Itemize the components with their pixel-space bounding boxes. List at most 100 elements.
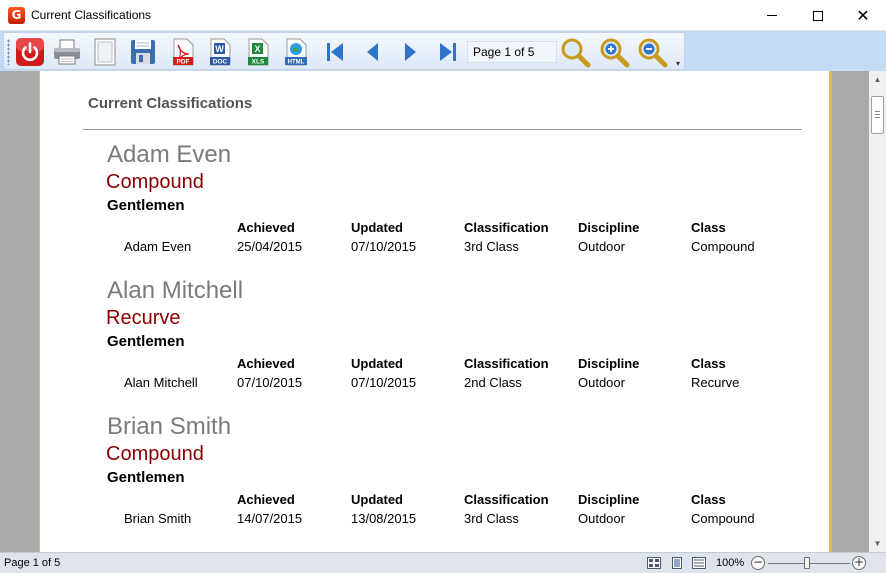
title-bar: G Current Classifications ✕ [0, 0, 886, 31]
toolbar: PDF W DOC X XLS HTML Page 1 of 5 ▾ [3, 32, 685, 70]
zoom-button[interactable] [559, 36, 591, 68]
first-page-button[interactable] [319, 36, 351, 68]
export-doc-button[interactable]: W DOC [204, 36, 236, 68]
zoom-in-button[interactable] [598, 36, 630, 68]
report-title: Current Classifications [88, 95, 253, 112]
xls-icon: X XLS [248, 38, 269, 66]
row-achieved: 07/10/2015 [237, 375, 303, 390]
header-classification: Classification [464, 220, 549, 235]
doc-icon: W DOC [210, 38, 231, 66]
zoom-minus-icon[interactable]: − [751, 556, 765, 570]
first-page-icon [327, 43, 343, 61]
row-class: Compound [691, 239, 755, 254]
close-preview-button[interactable] [14, 36, 46, 68]
zoom-out-button[interactable] [636, 36, 668, 68]
maximize-icon [813, 10, 823, 21]
row-updated: 13/08/2015 [351, 511, 417, 526]
header-updated: Updated [351, 220, 403, 235]
row-name: Adam Even [124, 239, 192, 254]
header-updated: Updated [351, 492, 403, 507]
close-button[interactable]: ✕ [840, 0, 886, 31]
header-discipline: Discipline [578, 220, 640, 235]
bow-type: Compound [106, 443, 204, 465]
header-discipline: Discipline [578, 492, 640, 507]
minimize-button[interactable] [749, 0, 795, 31]
scroll-up-icon[interactable]: ▲ [869, 71, 886, 88]
export-xls-button[interactable]: X XLS [242, 36, 274, 68]
row-discipline: Outdoor [578, 511, 625, 526]
header-achieved: Achieved [237, 220, 295, 235]
single-page-view-icon [672, 557, 682, 569]
scrollbar-thumb[interactable] [871, 96, 884, 134]
report-viewport[interactable]: Current Classifications Adam Even Compou… [0, 71, 869, 552]
bow-type: Compound [106, 171, 204, 193]
zoom-plus-icon[interactable]: + [852, 556, 866, 570]
print-button[interactable] [51, 36, 83, 68]
export-html-button[interactable]: HTML [280, 36, 312, 68]
toolbar-overflow-icon[interactable]: ▾ [676, 59, 680, 68]
header-updated: Updated [351, 356, 403, 371]
page-indicator[interactable]: Page 1 of 5 [467, 41, 557, 63]
header-class: Class [691, 356, 726, 371]
zoom-out-icon [638, 38, 668, 68]
header-classification: Classification [464, 492, 549, 507]
row-name: Brian Smith [124, 511, 192, 526]
zoom-in-icon [600, 38, 630, 68]
save-button[interactable] [127, 36, 159, 68]
person-block: Brian Smith Compound Gentlemen Achieved … [40, 413, 830, 549]
minimize-icon [767, 15, 777, 16]
view-mode-thumbnails-button[interactable] [646, 556, 662, 570]
status-page-text: Page 1 of 5 [4, 557, 61, 569]
view-mode-single-page-button[interactable] [669, 556, 685, 570]
doc-icon-label: DOC [213, 59, 228, 66]
row-updated: 07/10/2015 [351, 239, 417, 254]
header-class: Class [691, 492, 726, 507]
zoom-level: 100% [716, 557, 745, 569]
person-block: Adam Even Compound Gentlemen Achieved Up… [40, 141, 830, 277]
person-name: Brian Smith [107, 413, 232, 440]
power-icon [16, 38, 44, 66]
status-bar: Page 1 of 5 100% − + [0, 552, 886, 573]
html-icon-label: HTML [288, 60, 305, 66]
group-label: Gentlemen [107, 333, 185, 350]
html-icon: HTML [285, 38, 307, 66]
maximize-button[interactable] [795, 0, 841, 31]
next-page-button[interactable] [394, 36, 426, 68]
row-achieved: 25/04/2015 [237, 239, 303, 254]
person-name: Alan Mitchell [107, 277, 244, 304]
pdf-icon-label: PDF [177, 59, 190, 66]
print-icon [54, 39, 80, 65]
app-logo-icon[interactable]: G [8, 7, 25, 24]
bow-type: Recurve [106, 307, 181, 329]
previous-page-button[interactable] [357, 36, 389, 68]
last-page-icon [440, 43, 456, 61]
thumbnails-view-icon [647, 557, 661, 569]
row-class: Compound [691, 511, 755, 526]
page-setup-icon [94, 38, 116, 66]
row-updated: 07/10/2015 [351, 375, 417, 390]
close-icon: ✕ [856, 5, 870, 25]
header-class: Class [691, 220, 726, 235]
view-mode-continuous-button[interactable] [691, 556, 707, 570]
save-icon [131, 40, 155, 64]
page-setup-button[interactable] [89, 36, 121, 68]
report-divider [83, 129, 802, 130]
zoom-icon [561, 38, 591, 68]
row-classification: 3rd Class [464, 511, 519, 526]
header-discipline: Discipline [578, 356, 640, 371]
zoom-slider-thumb[interactable] [804, 557, 810, 569]
last-page-button[interactable] [432, 36, 464, 68]
person-name: Adam Even [107, 141, 232, 168]
row-name: Alan Mitchell [124, 375, 198, 390]
vertical-scrollbar[interactable]: ▲ ▼ [869, 71, 886, 552]
header-classification: Classification [464, 356, 549, 371]
export-pdf-button[interactable]: PDF [167, 36, 199, 68]
row-classification: 3rd Class [464, 239, 519, 254]
toolbar-grip[interactable] [7, 39, 10, 65]
report-page: Current Classifications Adam Even Compou… [39, 71, 832, 552]
row-achieved: 14/07/2015 [237, 511, 303, 526]
pdf-icon: PDF [173, 38, 194, 66]
row-classification: 2nd Class [464, 375, 522, 390]
scroll-down-icon[interactable]: ▼ [869, 535, 886, 552]
group-label: Gentlemen [107, 469, 185, 486]
